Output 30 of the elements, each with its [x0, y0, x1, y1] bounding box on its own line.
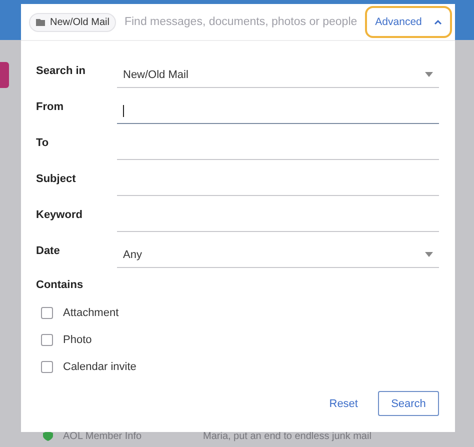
- folder-icon: [36, 18, 45, 26]
- field-label: Date: [36, 245, 61, 257]
- contains-label: Contains: [36, 279, 84, 291]
- shield-icon: [43, 431, 53, 441]
- dropdown-field[interactable]: Any: [117, 242, 439, 268]
- field-label: Keyword: [36, 209, 84, 221]
- text-cursor: [123, 104, 124, 116]
- chevron-icon: [434, 20, 442, 24]
- checkbox-label: Attachment: [63, 306, 119, 318]
- dropdown-field[interactable]: New/Old Mail: [117, 62, 439, 88]
- search-button[interactable]: Search: [378, 391, 439, 416]
- advanced-button[interactable]: Advanced: [365, 6, 452, 38]
- scope-chip[interactable]: New/Old Mail: [29, 12, 116, 32]
- checkbox[interactable]: [41, 306, 53, 318]
- message-subject: Maria, put an end to endless junk mail: [203, 430, 372, 442]
- checkbox-label: Calendar invite: [63, 360, 136, 372]
- field-label: Search in: [36, 65, 87, 77]
- dropdown-arrow-icon: [425, 72, 433, 77]
- search-placeholder[interactable]: Find messages, documents, photos or people: [124, 16, 358, 28]
- checkbox[interactable]: [41, 334, 53, 346]
- reset-button[interactable]: Reset: [323, 396, 364, 410]
- dropdown-arrow-icon: [425, 252, 433, 257]
- field-label: Subject: [36, 173, 77, 185]
- checkbox[interactable]: [41, 360, 53, 372]
- checkbox-label: Photo: [63, 334, 92, 346]
- compose-button[interactable]: [0, 62, 9, 88]
- scope-label: New/Old Mail: [50, 16, 110, 28]
- field-label: To: [36, 137, 50, 149]
- message-sender: AOL Member Info: [63, 430, 143, 442]
- field-label: From: [36, 101, 64, 113]
